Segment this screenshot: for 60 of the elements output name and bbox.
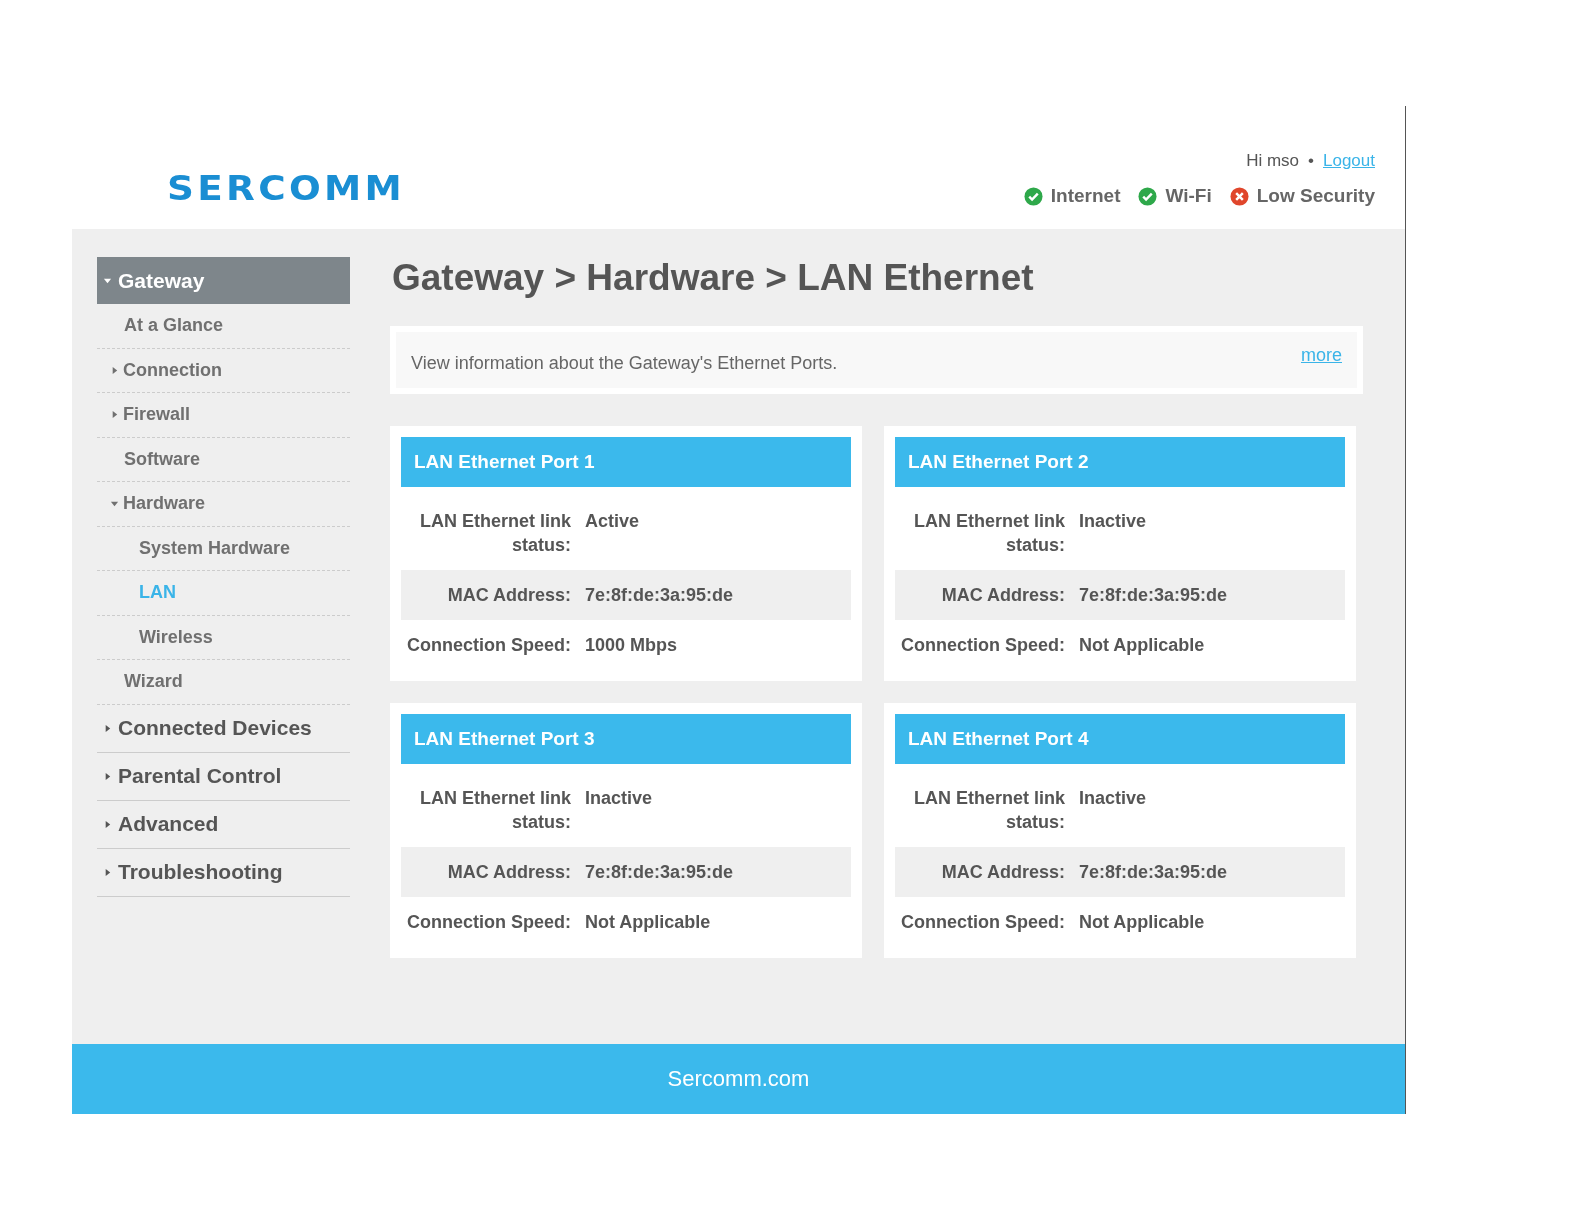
caret-right-icon xyxy=(103,771,112,781)
more-link[interactable]: more xyxy=(1301,344,1342,366)
field-label: Connection Speed: xyxy=(900,634,1065,657)
status-label: Internet xyxy=(1050,185,1121,207)
greeting: Hi mso xyxy=(1246,151,1300,171)
footer-link[interactable]: Sercomm.com xyxy=(667,1066,810,1092)
field-label: MAC Address: xyxy=(446,584,571,607)
logo: SERCOMM xyxy=(167,171,406,205)
caret-right-icon xyxy=(103,819,112,829)
info-text: View information about the Gateway's Ethernet Ports. xyxy=(411,352,838,374)
nav-item[interactable]: Troubleshooting xyxy=(97,848,350,897)
nav-item[interactable]: At a Glance xyxy=(97,304,350,349)
field-label: Connection Speed: xyxy=(406,634,571,657)
field-value: Active xyxy=(585,510,640,533)
nav-item[interactable]: System Hardware xyxy=(97,526,350,571)
nav-item[interactable]: Hardware xyxy=(97,482,350,527)
field-label: LAN Ethernet link status: xyxy=(419,787,571,834)
field-label: MAC Address: xyxy=(446,861,571,884)
field-label: MAC Address: xyxy=(940,861,1065,884)
caret-down-icon xyxy=(103,276,112,285)
nav-item[interactable]: Gateway xyxy=(97,257,350,304)
field-value: 7e:8f:de:3a:95:de xyxy=(1079,584,1228,607)
field-value: 7e:8f:de:3a:95:de xyxy=(585,584,734,607)
field-label: MAC Address: xyxy=(940,584,1065,607)
nav-item[interactable]: Connected Devices xyxy=(97,704,350,753)
caret-right-icon xyxy=(110,365,119,375)
field-value: Not Applicable xyxy=(1079,911,1205,934)
logout-link[interactable]: Logout xyxy=(1323,151,1375,171)
field-value: Not Applicable xyxy=(585,911,711,934)
page-title: Gateway > Hardware > LAN Ethernet xyxy=(392,257,1035,299)
field-value: 7e:8f:de:3a:95:de xyxy=(1079,861,1228,884)
field-value: 7e:8f:de:3a:95:de xyxy=(585,861,734,884)
field-label: LAN Ethernet link status: xyxy=(913,510,1065,557)
field-label: LAN Ethernet link status: xyxy=(419,510,571,557)
nav-item[interactable]: Software xyxy=(97,437,350,482)
field-value: 1000 Mbps xyxy=(585,634,678,657)
field-value: Inactive xyxy=(1079,510,1147,533)
caret-down-icon xyxy=(110,499,119,509)
nav-item[interactable]: Wizard xyxy=(97,660,350,705)
field-label: LAN Ethernet link status: xyxy=(913,787,1065,834)
card-title: LAN Ethernet Port 4 xyxy=(895,714,1345,764)
nav-item[interactable]: Connection xyxy=(97,348,350,393)
field-value: Not Applicable xyxy=(1079,634,1205,657)
card-title: LAN Ethernet Port 2 xyxy=(895,437,1345,487)
status-label: Wi-Fi xyxy=(1165,185,1212,207)
card-title: LAN Ethernet Port 1 xyxy=(401,437,851,487)
nav-item[interactable]: Firewall xyxy=(97,393,350,438)
nav-item[interactable]: Parental Control xyxy=(97,752,350,801)
caret-right-icon xyxy=(110,410,119,420)
nav-item[interactable]: Advanced xyxy=(97,800,350,849)
caret-right-icon xyxy=(103,867,112,877)
nav-item[interactable]: Wireless xyxy=(97,615,350,660)
card-title: LAN Ethernet Port 3 xyxy=(401,714,851,764)
caret-right-icon xyxy=(103,723,112,733)
field-label: Connection Speed: xyxy=(900,911,1065,934)
separator: • xyxy=(1308,151,1314,171)
status-label: Low Security xyxy=(1256,185,1375,207)
field-label: Connection Speed: xyxy=(406,911,571,934)
field-value: Inactive xyxy=(1079,787,1147,810)
field-value: Inactive xyxy=(585,787,653,810)
